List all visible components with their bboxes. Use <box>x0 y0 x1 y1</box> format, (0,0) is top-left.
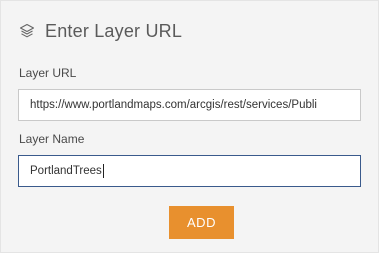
panel-header: Enter Layer URL <box>17 19 182 43</box>
panel-title: Enter Layer URL <box>45 20 183 41</box>
layer-name-input[interactable]: PortlandTrees <box>18 155 361 187</box>
layer-url-input[interactable]: https://www.portlandmaps.com/arcgis/rest… <box>18 89 361 121</box>
layer-url-value: https://www.portlandmaps.com/arcgis/rest… <box>30 99 317 111</box>
layer-url-label: Layer URL <box>19 66 77 80</box>
enter-layer-url-panel: Enter Layer URL Layer URL https://www.po… <box>0 0 379 253</box>
layer-name-label: Layer Name <box>19 132 85 146</box>
layers-icon <box>17 21 37 41</box>
text-caret <box>102 163 104 178</box>
add-button[interactable]: ADD <box>169 206 234 239</box>
layer-name-value: PortlandTrees <box>30 165 102 177</box>
